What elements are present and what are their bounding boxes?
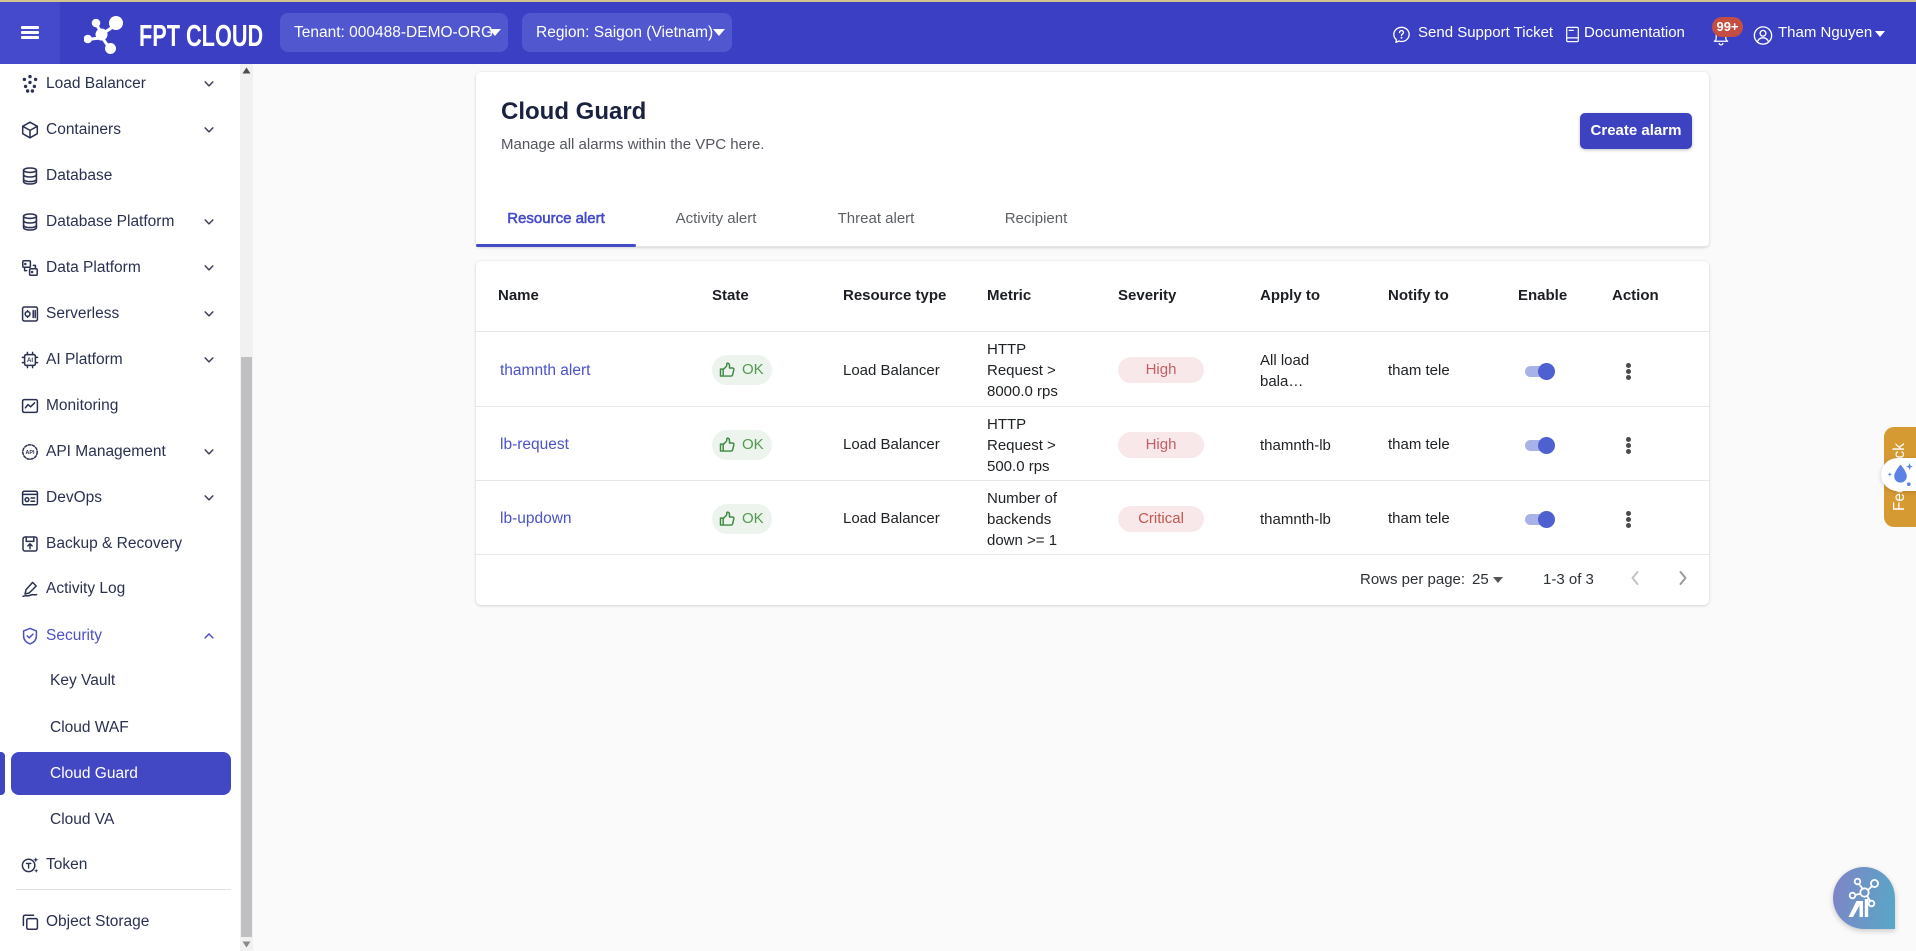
svg-text:API: API — [26, 450, 35, 456]
svg-text:AI: AI — [27, 358, 33, 364]
